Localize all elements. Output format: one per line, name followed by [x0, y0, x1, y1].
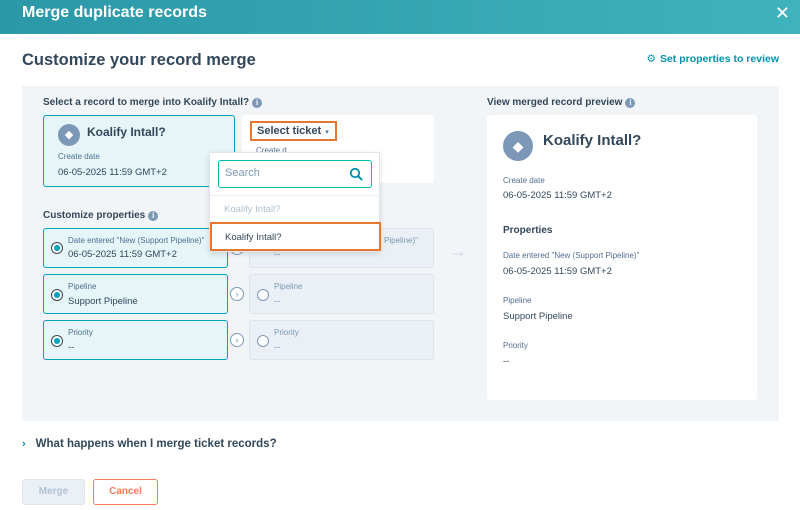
primary-date-label: Create date [58, 152, 100, 161]
info-icon[interactable]: i [625, 97, 636, 108]
search-field[interactable] [218, 160, 372, 188]
primary-record-title: Koalify Intall? [87, 125, 166, 139]
property-value: 06-05-2025 11:59 GMT+2 [68, 249, 177, 260]
primary-record-card[interactable]: ◆ Koalify Intall? Create date 06-05-2025… [43, 115, 235, 187]
gear-icon: ⚙ [646, 53, 656, 65]
preview-label-text: View merged record preview [487, 97, 623, 108]
select-ticket-label: Select ticket [257, 125, 322, 137]
merged-record-preview: ◆ Koalify Intall? Create date 06-05-2025… [487, 115, 757, 400]
property-label: Pipeline [274, 282, 303, 291]
cancel-button[interactable]: Cancel [93, 479, 158, 505]
property-option-pipeline-alt[interactable]: Pipeline -- [249, 274, 434, 314]
preview-properties-heading: Properties [503, 225, 553, 236]
info-icon[interactable]: i [252, 97, 263, 108]
preview-prop-value: -- [503, 356, 510, 367]
select-ticket-dropdown[interactable]: Select ticket ▾ [250, 121, 337, 141]
property-label: Pipeline [68, 282, 97, 291]
preview-prop-value: Support Pipeline [503, 311, 573, 322]
chevron-right-icon: › [230, 333, 244, 347]
radio-selected[interactable] [51, 242, 63, 254]
set-properties-link[interactable]: ⚙ Set properties to review [647, 53, 779, 65]
property-value: -- [274, 296, 281, 307]
property-option-priority-alt[interactable]: Priority -- [249, 320, 434, 360]
preview-prop-value: 06-05-2025 11:59 GMT+2 [503, 266, 612, 277]
preview-label: View merged record preview i [487, 97, 636, 108]
property-label: Priority [68, 328, 93, 337]
radio-unselected[interactable] [257, 335, 269, 347]
modal-header: Merge duplicate records ✕ [0, 0, 800, 34]
merge-info-accordion[interactable]: › What happens when I merge ticket recor… [22, 438, 277, 450]
select-record-text: Select a record to merge into Koalify In… [43, 97, 250, 108]
radio-selected[interactable] [51, 289, 63, 301]
preview-title: Koalify Intall? [543, 132, 642, 149]
accordion-title: What happens when I merge ticket records… [35, 438, 277, 450]
ticket-icon: ◆ [58, 124, 80, 146]
primary-date-value: 06-05-2025 11:59 GMT+2 [58, 167, 167, 178]
radio-selected[interactable] [51, 335, 63, 347]
preview-prop-label: Date entered "New (Support Pipeline)" [503, 251, 640, 260]
page-title: Customize your record merge [22, 51, 256, 69]
preview-create-date-value: 06-05-2025 11:59 GMT+2 [503, 190, 612, 201]
info-icon[interactable]: i [148, 210, 159, 221]
property-option-priority[interactable]: Priority -- [43, 320, 228, 360]
property-value: Support Pipeline [68, 296, 138, 307]
dropdown-item-highlighted[interactable]: Koalify Intall? [210, 222, 381, 251]
property-value: -- [68, 342, 75, 353]
merge-button[interactable]: Merge [22, 479, 85, 505]
property-option-pipeline[interactable]: Pipeline Support Pipeline [43, 274, 228, 314]
preview-create-date-label: Create date [503, 176, 545, 185]
close-icon[interactable]: ✕ [775, 3, 790, 24]
set-properties-label: Set properties to review [659, 53, 779, 65]
dropdown-item-disabled: Koalify Intall? [224, 204, 281, 215]
radio-unselected[interactable] [257, 289, 269, 301]
select-record-label: Select a record to merge into Koalify In… [43, 97, 263, 108]
chevron-right-icon: › [22, 438, 26, 450]
chevron-right-icon: › [230, 287, 244, 301]
search-input[interactable] [225, 167, 345, 179]
property-label: Pipeline)" [384, 236, 418, 245]
ticket-icon: ◆ [503, 131, 533, 161]
search-icon[interactable] [349, 167, 363, 181]
property-label: Priority [274, 328, 299, 337]
dropdown-divider [210, 195, 379, 196]
customize-properties-label: Customize properties i [43, 210, 159, 221]
preview-prop-label: Pipeline [503, 296, 532, 305]
property-label: Date entered "New (Support Pipeline)" [68, 236, 205, 245]
ticket-dropdown-menu: Koalify Intall? Koalify Intall? [209, 152, 381, 252]
preview-prop-label: Priority [503, 341, 528, 350]
property-option-date-entered[interactable]: Date entered "New (Support Pipeline)" 06… [43, 228, 228, 268]
caret-down-icon: ▾ [325, 129, 329, 136]
modal-title: Merge duplicate records [22, 4, 207, 21]
arrow-right-icon: → [449, 241, 467, 261]
property-value: -- [274, 342, 281, 353]
customize-properties-text: Customize properties [43, 210, 146, 221]
